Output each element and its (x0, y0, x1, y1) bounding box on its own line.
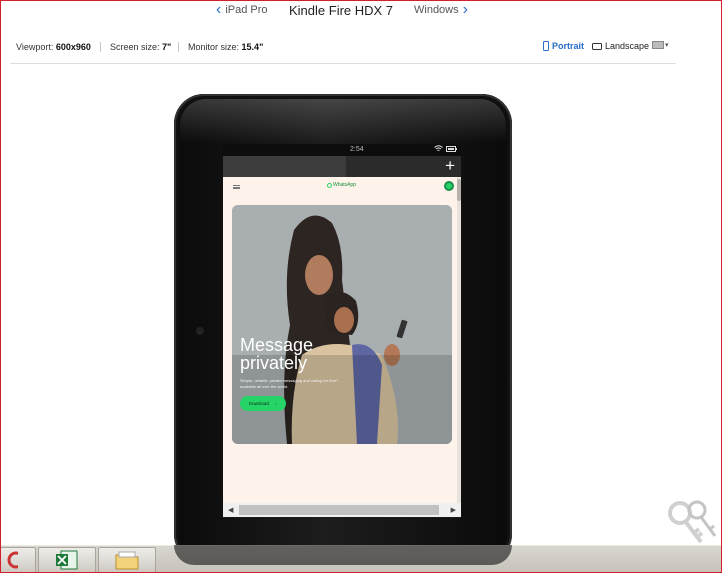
browser-tab-bar: + (223, 156, 461, 177)
horizontal-scroll-thumb[interactable] (239, 505, 439, 515)
display-options-dropdown[interactable]: ▾ (652, 41, 669, 49)
prev-device-label: iPad Pro (225, 4, 268, 16)
landscape-label: Landscape (605, 41, 650, 51)
screen-size-value: 7" (162, 42, 172, 52)
tablet-bottom-shadow (174, 545, 512, 565)
whatsapp-icon (327, 182, 332, 188)
scroll-right-icon[interactable]: ▶ (451, 506, 456, 514)
taskbar-excel-button[interactable] (38, 547, 96, 573)
status-bar: 2:54 (223, 144, 461, 156)
whatsapp-web-button[interactable] (444, 181, 454, 191)
current-device-title: Kindle Fire HDX 7 (289, 3, 394, 18)
battery-icon (446, 145, 457, 152)
info-bar: Viewport: 600x960 Screen size: 7" Monito… (0, 40, 722, 56)
prev-device-link[interactable]: ‹ iPad Pro (216, 1, 268, 18)
status-icons (434, 145, 457, 152)
viewport-label: Viewport: (16, 42, 54, 52)
taskbar-explorer-button[interactable] (98, 547, 156, 573)
monitor-size-label: Monitor size: (188, 42, 240, 52)
taskbar-app-button[interactable] (0, 547, 36, 573)
chevron-down-icon: ▾ (665, 42, 669, 49)
chevron-left-icon: ‹ (216, 1, 222, 18)
browser-tab[interactable] (223, 156, 346, 177)
vertical-scrollbar[interactable] (457, 177, 461, 503)
app-icon (7, 551, 18, 569)
portrait-label: Portrait (552, 41, 585, 51)
separator (10, 63, 676, 64)
next-device-label: Windows (414, 4, 459, 16)
hero-banner: Message privately Simple, reliable, priv… (232, 205, 452, 444)
scroll-left-icon[interactable]: ◀ (228, 506, 233, 514)
next-device-link[interactable]: Windows › (414, 1, 468, 18)
tablet-portrait-icon (543, 41, 549, 51)
tablet-landscape-icon (592, 42, 602, 50)
vertical-scroll-thumb[interactable] (457, 179, 461, 201)
device-nav: ‹ iPad Pro Kindle Fire HDX 7 Windows › (0, 0, 722, 26)
divider (100, 42, 101, 52)
monitor-size-info: Monitor size: 15.4" (188, 42, 263, 52)
tablet-screen[interactable]: 2:54 + WhatsApp Message privately Simple… (223, 144, 461, 518)
site-header: WhatsApp (223, 177, 461, 195)
new-tab-button[interactable]: + (445, 156, 455, 176)
monitor-icon (652, 41, 664, 49)
monitor-size-value: 15.4" (241, 42, 264, 52)
download-label: Download (248, 401, 269, 406)
folder-icon (115, 551, 139, 570)
keys-icon (668, 500, 717, 544)
download-arrow-icon: ↓ (274, 401, 278, 406)
horizontal-scrollbar[interactable]: ◀ ▶ (223, 503, 461, 517)
excel-icon (56, 550, 78, 570)
menu-icon[interactable] (233, 185, 240, 189)
viewport-info: Viewport: 600x960 (16, 42, 91, 52)
download-button[interactable]: Download ↓ (240, 396, 286, 411)
camera-icon (196, 327, 204, 335)
wifi-icon (434, 145, 443, 151)
hero-title: Message privately (240, 335, 314, 373)
whatsapp-logo[interactable]: WhatsApp (327, 182, 356, 188)
viewport-value: 600x960 (55, 42, 91, 52)
logo-text: WhatsApp (333, 182, 357, 188)
tablet-glare (180, 99, 506, 143)
screen-size-label: Screen size: (110, 42, 160, 52)
screen-size-info: Screen size: 7" (110, 42, 171, 52)
hero-subtitle: Simple, reliable, private messaging and … (240, 378, 339, 389)
chevron-right-icon: › (462, 1, 468, 18)
website-page: WhatsApp Message privately Simple, relia… (223, 177, 461, 503)
status-time: 2:54 (350, 146, 364, 153)
landscape-toggle[interactable]: Landscape (592, 41, 649, 51)
portrait-toggle[interactable]: Portrait (543, 41, 584, 51)
divider (178, 42, 179, 52)
